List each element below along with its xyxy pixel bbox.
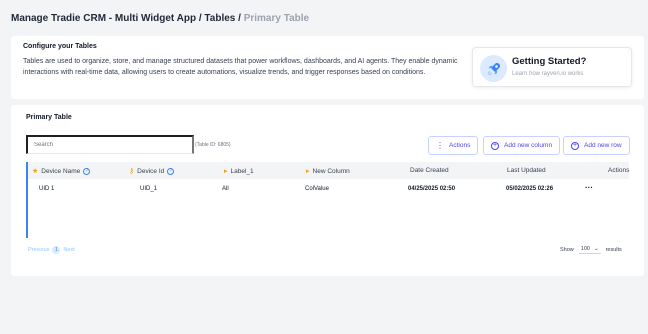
- table-id: (Table ID: 6805): [195, 142, 231, 148]
- cell-label-1[interactable]: All: [222, 186, 229, 192]
- column-header-device-name[interactable]: ★ Device Name ?: [32, 167, 91, 175]
- pagination: Previous 1 Next: [28, 246, 75, 254]
- config-description: Tables are used to organize, store, and …: [23, 58, 458, 76]
- plus-circle-icon: +: [491, 141, 499, 150]
- data-table: ★ Device Name ? ⚷ Device Id ? ▸ Label_1 …: [26, 162, 629, 238]
- row-actions-menu[interactable]: ···: [585, 183, 593, 192]
- breadcrumb: Manage Tradie CRM - Multi Widget App / T…: [11, 13, 309, 24]
- key-icon: ⚷: [129, 168, 135, 175]
- results-label: results: [605, 246, 622, 253]
- getting-started-card[interactable]: Getting Started? Learn how rayven.io wor…: [472, 47, 632, 87]
- table-card: Primary Table (Table ID: 6805) ⋮ Actions…: [11, 105, 644, 276]
- add-row-button[interactable]: + Add new row: [563, 136, 630, 155]
- column-header-last-updated[interactable]: Last Updated: [507, 167, 546, 174]
- column-type-icon: ▸: [224, 168, 228, 175]
- table-heading: Primary Table: [26, 114, 72, 121]
- cell-new-column[interactable]: ColValue: [305, 186, 329, 192]
- add-column-label: Add new column: [504, 142, 553, 149]
- actions-button[interactable]: ⋮ Actions: [428, 136, 479, 155]
- cell-date-created: 04/25/2025 02:50: [408, 186, 456, 192]
- getting-started-subtitle[interactable]: Learn how rayven.io works: [512, 71, 583, 77]
- show-label: Show: [560, 246, 574, 253]
- plus-circle-icon: +: [571, 141, 579, 150]
- column-header-label-1[interactable]: ▸ Label_1: [224, 167, 254, 176]
- actions-label: Actions: [449, 142, 471, 149]
- star-icon: ★: [32, 168, 39, 175]
- chevron-down-icon: ⌄: [593, 246, 599, 252]
- column-type-icon: ▸: [306, 168, 310, 175]
- next-page-link[interactable]: Next: [63, 247, 74, 253]
- column-header-date-created[interactable]: Date Created: [410, 167, 449, 174]
- help-icon[interactable]: ?: [83, 167, 91, 175]
- cell-last-updated: 05/02/2025 02:26: [506, 186, 554, 192]
- column-header-actions: Actions: [608, 167, 630, 174]
- cell-device-id[interactable]: UID_1: [140, 186, 157, 192]
- page-size-control: Show 100 ⌄ results: [560, 245, 622, 254]
- search-input[interactable]: [26, 135, 194, 154]
- kebab-icon: ⋮: [436, 140, 444, 150]
- rocket-icon: [480, 55, 507, 82]
- column-header-new-column[interactable]: ▸ New Column: [306, 167, 350, 176]
- getting-started-title: Getting Started?: [512, 56, 587, 67]
- config-title: Configure your Tables: [23, 43, 97, 50]
- breadcrumb-current: Primary Table: [243, 13, 310, 24]
- help-icon[interactable]: ?: [167, 167, 175, 175]
- table-header: ★ Device Name ? ⚷ Device Id ? ▸ Label_1 …: [28, 162, 629, 179]
- page-size-select[interactable]: 100 ⌄: [578, 245, 601, 254]
- column-header-device-id[interactable]: ⚷ Device Id ?: [129, 167, 175, 175]
- breadcrumb-path[interactable]: Manage Tradie CRM - Multi Widget App / T…: [11, 13, 241, 24]
- previous-page-link[interactable]: Previous: [28, 247, 49, 253]
- cell-device-name[interactable]: UID 1: [39, 186, 54, 192]
- current-page[interactable]: 1: [52, 246, 61, 254]
- add-row-label: Add new row: [584, 142, 622, 149]
- add-column-button[interactable]: + Add new column: [483, 136, 561, 155]
